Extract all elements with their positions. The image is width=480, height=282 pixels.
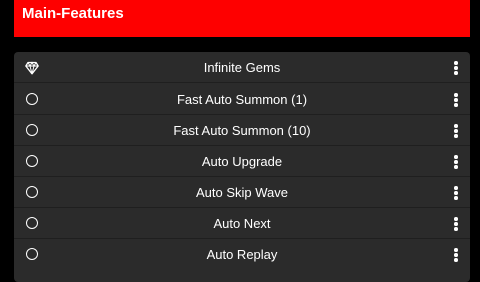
radio-unchecked-icon[interactable] bbox=[26, 186, 38, 198]
feature-row-auto-next[interactable]: Auto Next bbox=[14, 208, 470, 239]
main-features-header: Main-Features bbox=[14, 0, 470, 37]
feature-label: Infinite Gems bbox=[203, 60, 281, 75]
more-options-icon[interactable] bbox=[450, 122, 462, 140]
gem-icon bbox=[25, 61, 39, 75]
more-options-icon[interactable] bbox=[450, 184, 462, 202]
radio-unchecked-icon[interactable] bbox=[26, 155, 38, 167]
radio-unchecked-icon[interactable] bbox=[26, 124, 38, 136]
more-options-icon[interactable] bbox=[450, 246, 462, 264]
feature-label: Auto Skip Wave bbox=[195, 185, 288, 200]
feature-row-auto-skip-wave[interactable]: Auto Skip Wave bbox=[14, 177, 470, 208]
radio-unchecked-icon[interactable] bbox=[26, 248, 38, 260]
header-title: Main-Features bbox=[22, 5, 124, 22]
feature-row-fast-auto-summon-10[interactable]: Fast Auto Summon (10) bbox=[14, 115, 470, 146]
feature-label: Auto Next bbox=[213, 216, 271, 231]
radio-unchecked-icon[interactable] bbox=[26, 93, 38, 105]
feature-label: Auto Upgrade bbox=[201, 154, 283, 169]
feature-row-fast-auto-summon-1[interactable]: Fast Auto Summon (1) bbox=[14, 84, 470, 115]
more-options-icon[interactable] bbox=[450, 91, 462, 109]
more-options-icon[interactable] bbox=[450, 59, 462, 77]
radio-unchecked-icon[interactable] bbox=[26, 217, 38, 229]
more-options-icon[interactable] bbox=[450, 215, 462, 233]
feature-label: Auto Replay bbox=[206, 247, 278, 262]
feature-row-infinite-gems[interactable]: Infinite Gems bbox=[14, 52, 470, 83]
features-list: Infinite Gems Fast Auto Summon (1) Fast … bbox=[14, 52, 470, 282]
feature-row-auto-replay[interactable]: Auto Replay bbox=[14, 239, 470, 270]
row-divider bbox=[14, 82, 470, 83]
feature-label: Fast Auto Summon (10) bbox=[173, 123, 311, 138]
more-options-icon[interactable] bbox=[450, 153, 462, 171]
feature-row-auto-upgrade[interactable]: Auto Upgrade bbox=[14, 146, 470, 177]
feature-label: Fast Auto Summon (1) bbox=[176, 92, 308, 107]
